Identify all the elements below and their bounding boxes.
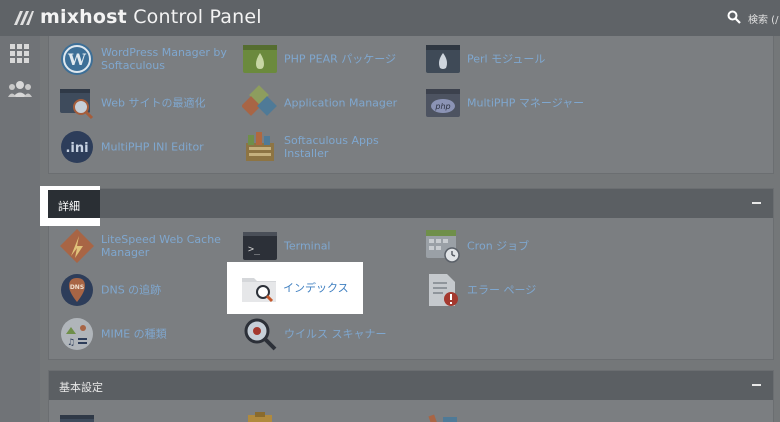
- cubes-icon: [242, 85, 277, 116]
- tool-virus-scanner[interactable]: ウイルス スキャナー: [242, 314, 422, 354]
- tool-label: Cron ジョブ: [467, 239, 530, 253]
- panel-title-highlighted: 詳細: [58, 200, 80, 213]
- users-icon[interactable]: [8, 80, 32, 98]
- collapse-icon[interactable]: [752, 384, 761, 386]
- tool-cron-jobs[interactable]: Cron ジョブ: [425, 226, 605, 266]
- dns-pin-icon: DNS: [61, 274, 93, 306]
- search-input[interactable]: 検索 (/: [748, 11, 778, 26]
- main-content: W WordPress Manager by Softaculous PHP P…: [40, 36, 780, 422]
- pear-icon: [243, 45, 277, 73]
- tool-label: PHP PEAR パッケージ: [284, 52, 397, 66]
- panel-title: 基本設定: [59, 381, 103, 394]
- mixhost-logo-icon: [14, 11, 34, 25]
- tool-indexes[interactable]: インデックス: [241, 268, 421, 308]
- tool-softaculous-installer[interactable]: Softaculous Apps Installer: [242, 127, 422, 167]
- brand-title[interactable]: mixhost Control Panel: [40, 6, 262, 28]
- advanced-title-highlight: 詳細: [40, 186, 100, 226]
- tool-dns-trace[interactable]: DNS DNS の追跡: [59, 270, 239, 310]
- tool-error-pages[interactable]: エラー ページ: [425, 270, 605, 310]
- tool-terminal[interactable]: >_ Terminal: [242, 226, 422, 266]
- tool-label: LiteSpeed Web Cache Manager: [101, 233, 221, 259]
- tool-label: エラー ページ: [467, 283, 537, 297]
- php-icon: php: [426, 89, 460, 117]
- basic-settings-panel: 基本設定: [48, 370, 774, 422]
- tool-perl-modules[interactable]: Perl モジュール: [425, 39, 605, 79]
- tool-label: インデックス: [283, 281, 349, 295]
- clipboard-icon: [248, 412, 272, 422]
- tool-php-pear[interactable]: PHP PEAR パッケージ: [242, 39, 422, 79]
- svg-text:W: W: [67, 50, 87, 69]
- folder-search-icon: [242, 278, 276, 303]
- tool-litespeed-cache[interactable]: LiteSpeed Web Cache Manager: [59, 226, 239, 266]
- virus-scan-icon: [244, 318, 277, 351]
- calendar-clock-icon: [426, 230, 460, 263]
- tool-label: MIME の種類: [101, 327, 167, 341]
- basic-settings-panel-header[interactable]: 基本設定: [49, 371, 773, 400]
- style-tools-icon: [428, 414, 457, 422]
- tool-label: ウイルス スキャナー: [284, 327, 387, 341]
- tool-label: WordPress Manager by Softaculous: [101, 46, 227, 72]
- tool-label: MultiPHP マネージャー: [467, 96, 585, 110]
- litespeed-icon: [60, 229, 94, 263]
- softaculous-icon: [246, 132, 274, 161]
- tool-label: Perl モジュール: [467, 52, 546, 66]
- tool-label: Softaculous Apps Installer: [284, 134, 379, 160]
- tool-site-optimize[interactable]: Web サイトの最適化: [59, 83, 239, 123]
- tool-label: DNS の追跡: [101, 283, 162, 297]
- tool-wordpress-manager[interactable]: W WordPress Manager by Softaculous: [59, 39, 239, 79]
- tool-label: MultiPHP INI Editor: [101, 140, 204, 154]
- collapse-icon[interactable]: [752, 202, 761, 204]
- left-rail: [0, 36, 40, 422]
- svg-text:php: php: [434, 102, 450, 111]
- onion-icon: [426, 45, 460, 73]
- advanced-panel-header[interactable]: 詳細: [49, 189, 773, 218]
- ini-icon: .ini: [61, 131, 93, 163]
- grid-icon[interactable]: [10, 44, 30, 64]
- tool-label: Web サイトの最適化: [101, 96, 206, 110]
- mime-icon: ♫: [61, 318, 93, 350]
- optimize-icon: [60, 89, 94, 120]
- brand-bold: mixhost: [40, 6, 127, 28]
- tool-multiphp-manager[interactable]: php MultiPHP マネージャー: [425, 83, 605, 123]
- search-icon[interactable]: [727, 10, 741, 24]
- advanced-title-tab[interactable]: 詳細: [48, 190, 100, 218]
- tool-multiphp-ini-editor[interactable]: .ini MultiPHP INI Editor: [59, 127, 239, 167]
- software-panel: W WordPress Manager by Softaculous PHP P…: [48, 36, 774, 174]
- tool-mime-types[interactable]: ♫ MIME の種類: [59, 314, 239, 354]
- svg-text:DNS: DNS: [70, 284, 84, 291]
- svg-text:>_: >_: [248, 244, 261, 255]
- tool-label: Terminal: [284, 239, 331, 253]
- svg-text:♫: ♫: [67, 338, 75, 348]
- error-page-icon: [429, 274, 458, 306]
- top-bar: mixhost Control Panel 検索 (/: [0, 0, 780, 36]
- terminal-icon: >_: [243, 232, 277, 260]
- tool-label: Application Manager: [284, 96, 398, 110]
- tool-application-manager[interactable]: Application Manager: [242, 83, 422, 123]
- window-icon: [60, 415, 94, 422]
- brand-rest: Control Panel: [133, 6, 262, 28]
- wordpress-icon: W: [61, 43, 93, 75]
- svg-text:.ini: .ini: [65, 141, 88, 156]
